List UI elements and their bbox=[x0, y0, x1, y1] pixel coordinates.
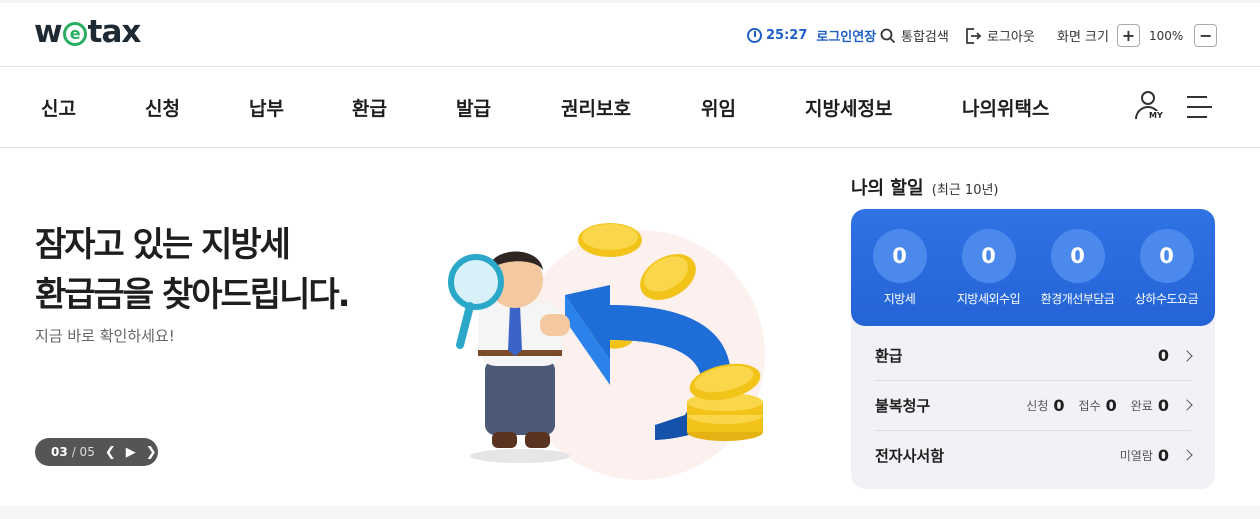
banner-title-line2: 환급금을 찾아드립니다. bbox=[35, 275, 351, 315]
todo-summary: 0 지방세 0 지방세외수입 0 환경개선부담금 0 상하수도요금 bbox=[851, 209, 1215, 326]
logout-link[interactable]: 로그아웃 bbox=[965, 26, 1035, 45]
main-navigation: 신고 신청 납부 환급 발급 권리보호 위임 지방세정보 나의위택스 MY bbox=[0, 67, 1260, 148]
logo-text-w: w bbox=[34, 14, 63, 50]
wetax-logo[interactable]: w e tax bbox=[34, 14, 142, 50]
zoom-label: 화면 크기 bbox=[1057, 30, 1109, 45]
search-icon bbox=[880, 28, 896, 43]
objection-apply-count: 0 bbox=[1053, 395, 1065, 415]
search-label: 통합검색 bbox=[901, 30, 949, 45]
zoom-in-button[interactable]: + bbox=[1116, 24, 1140, 47]
todo-count: 0 bbox=[1050, 229, 1105, 283]
clock-icon bbox=[747, 28, 762, 43]
todo-label: 지방세외수입 bbox=[956, 292, 1021, 306]
nav-item-apply[interactable]: 신청 bbox=[145, 94, 180, 121]
banner-subtitle: 지금 바로 확인하세요! bbox=[35, 327, 175, 345]
refund-row[interactable]: 환급 0 bbox=[875, 331, 1193, 380]
integrated-search-link[interactable]: 통합검색 bbox=[880, 26, 949, 45]
timer-value: 25:27 bbox=[766, 28, 808, 43]
todo-water-bill[interactable]: 0 상하수도요금 bbox=[1122, 229, 1211, 307]
todo-title: 나의 할일 (최근 10년) bbox=[851, 174, 999, 200]
chevron-right-icon bbox=[1181, 399, 1193, 411]
chevron-right-icon bbox=[1181, 349, 1193, 362]
mailbox-unread-count: 0 bbox=[1157, 445, 1169, 465]
todo-label: 지방세 bbox=[883, 292, 916, 306]
prev-slide-button[interactable]: ❮ bbox=[105, 445, 116, 460]
objection-row[interactable]: 불복청구 신청 0 접수 0 완료 0 bbox=[875, 380, 1193, 429]
nav-item-payment[interactable]: 납부 bbox=[249, 94, 284, 121]
nav-item-delegation[interactable]: 위임 bbox=[701, 94, 736, 121]
session-timer: 25:27 로그인연장 bbox=[747, 26, 876, 45]
mailbox-label: 전자사서함 bbox=[875, 446, 945, 465]
objection-apply-label: 신청 bbox=[1026, 398, 1049, 413]
mailbox-row[interactable]: 전자사서함 미열람 0 bbox=[875, 430, 1193, 479]
my-label: MY bbox=[1148, 111, 1164, 120]
todo-period: (최근 10년) bbox=[931, 183, 999, 198]
banner-pager: 03 / 05 ❮ ▶ ❯ bbox=[35, 438, 158, 466]
objection-label: 불복청구 bbox=[875, 396, 931, 415]
menu-bar-2 bbox=[1187, 106, 1212, 108]
bottom-strip bbox=[0, 506, 1260, 519]
pager-current: 03 bbox=[51, 445, 68, 459]
banner-title[interactable]: 잠자고 있는 지방세 환급금을 찾아드립니다. bbox=[35, 220, 351, 320]
nav-item-my-wetax[interactable]: 나의위택스 bbox=[962, 94, 1049, 121]
banner-title-line1: 잠자고 있는 지방세 bbox=[35, 225, 291, 265]
todo-label: 환경개선부담금 bbox=[1040, 292, 1115, 306]
zoom-value: 100% bbox=[1148, 28, 1184, 43]
todo-environment-charge[interactable]: 0 환경개선부담금 bbox=[1033, 229, 1122, 307]
chevron-right-icon bbox=[1181, 449, 1193, 461]
todo-non-tax-revenue[interactable]: 0 지방세외수입 bbox=[944, 229, 1033, 307]
todo-label: 상하수도요금 bbox=[1134, 292, 1199, 306]
zoom-out-button[interactable]: − bbox=[1194, 24, 1218, 47]
nav-item-local-tax-info[interactable]: 지방세정보 bbox=[805, 94, 892, 121]
extend-login-button[interactable]: 로그인연장 bbox=[816, 26, 876, 45]
objection-receipt-count: 0 bbox=[1105, 395, 1117, 415]
todo-count: 0 bbox=[872, 229, 927, 283]
screen-zoom-control: 화면 크기 + 100% − bbox=[1057, 24, 1218, 47]
my-page-button[interactable]: MY bbox=[1133, 91, 1165, 123]
user-icon-head bbox=[1141, 91, 1155, 105]
menu-bar-1 bbox=[1187, 96, 1207, 98]
nav-item-rights-protection[interactable]: 권리보호 bbox=[561, 94, 631, 121]
todo-count: 0 bbox=[1139, 229, 1194, 283]
todo-local-tax[interactable]: 0 지방세 bbox=[855, 229, 944, 307]
logout-label: 로그아웃 bbox=[987, 30, 1035, 45]
logout-icon bbox=[966, 27, 982, 44]
todo-panel: 0 지방세 0 지방세외수입 0 환경개선부담금 0 상하수도요금 환급 0 불… bbox=[851, 209, 1215, 489]
objection-done-count: 0 bbox=[1157, 395, 1169, 415]
nav-item-refund[interactable]: 환급 bbox=[352, 94, 387, 121]
objection-receipt-label: 접수 bbox=[1078, 398, 1101, 413]
pause-play-button[interactable]: ▶ bbox=[126, 445, 136, 460]
refund-label: 환급 bbox=[875, 347, 903, 365]
refund-illustration bbox=[448, 223, 765, 480]
next-slide-button[interactable]: ❯ bbox=[146, 445, 157, 460]
logo-text-tax: tax bbox=[87, 14, 142, 50]
hamburger-menu-button[interactable] bbox=[1187, 96, 1212, 118]
refund-count: 0 bbox=[1157, 346, 1169, 365]
nav-item-issue[interactable]: 발급 bbox=[456, 94, 491, 121]
pager-total: / 05 bbox=[71, 445, 95, 459]
top-header: w e tax 25:27 로그인연장 통합검색 로그아웃 화면 크기 + 100%… bbox=[0, 0, 1260, 67]
todo-title-text: 나의 할일 bbox=[851, 178, 924, 199]
nav-item-report[interactable]: 신고 bbox=[41, 94, 76, 121]
logo-e-mark: e bbox=[62, 22, 87, 46]
menu-bar-3 bbox=[1187, 116, 1207, 118]
mailbox-unread-label: 미열람 bbox=[1119, 448, 1153, 463]
todo-count: 0 bbox=[961, 229, 1016, 283]
objection-done-label: 완료 bbox=[1130, 398, 1153, 413]
